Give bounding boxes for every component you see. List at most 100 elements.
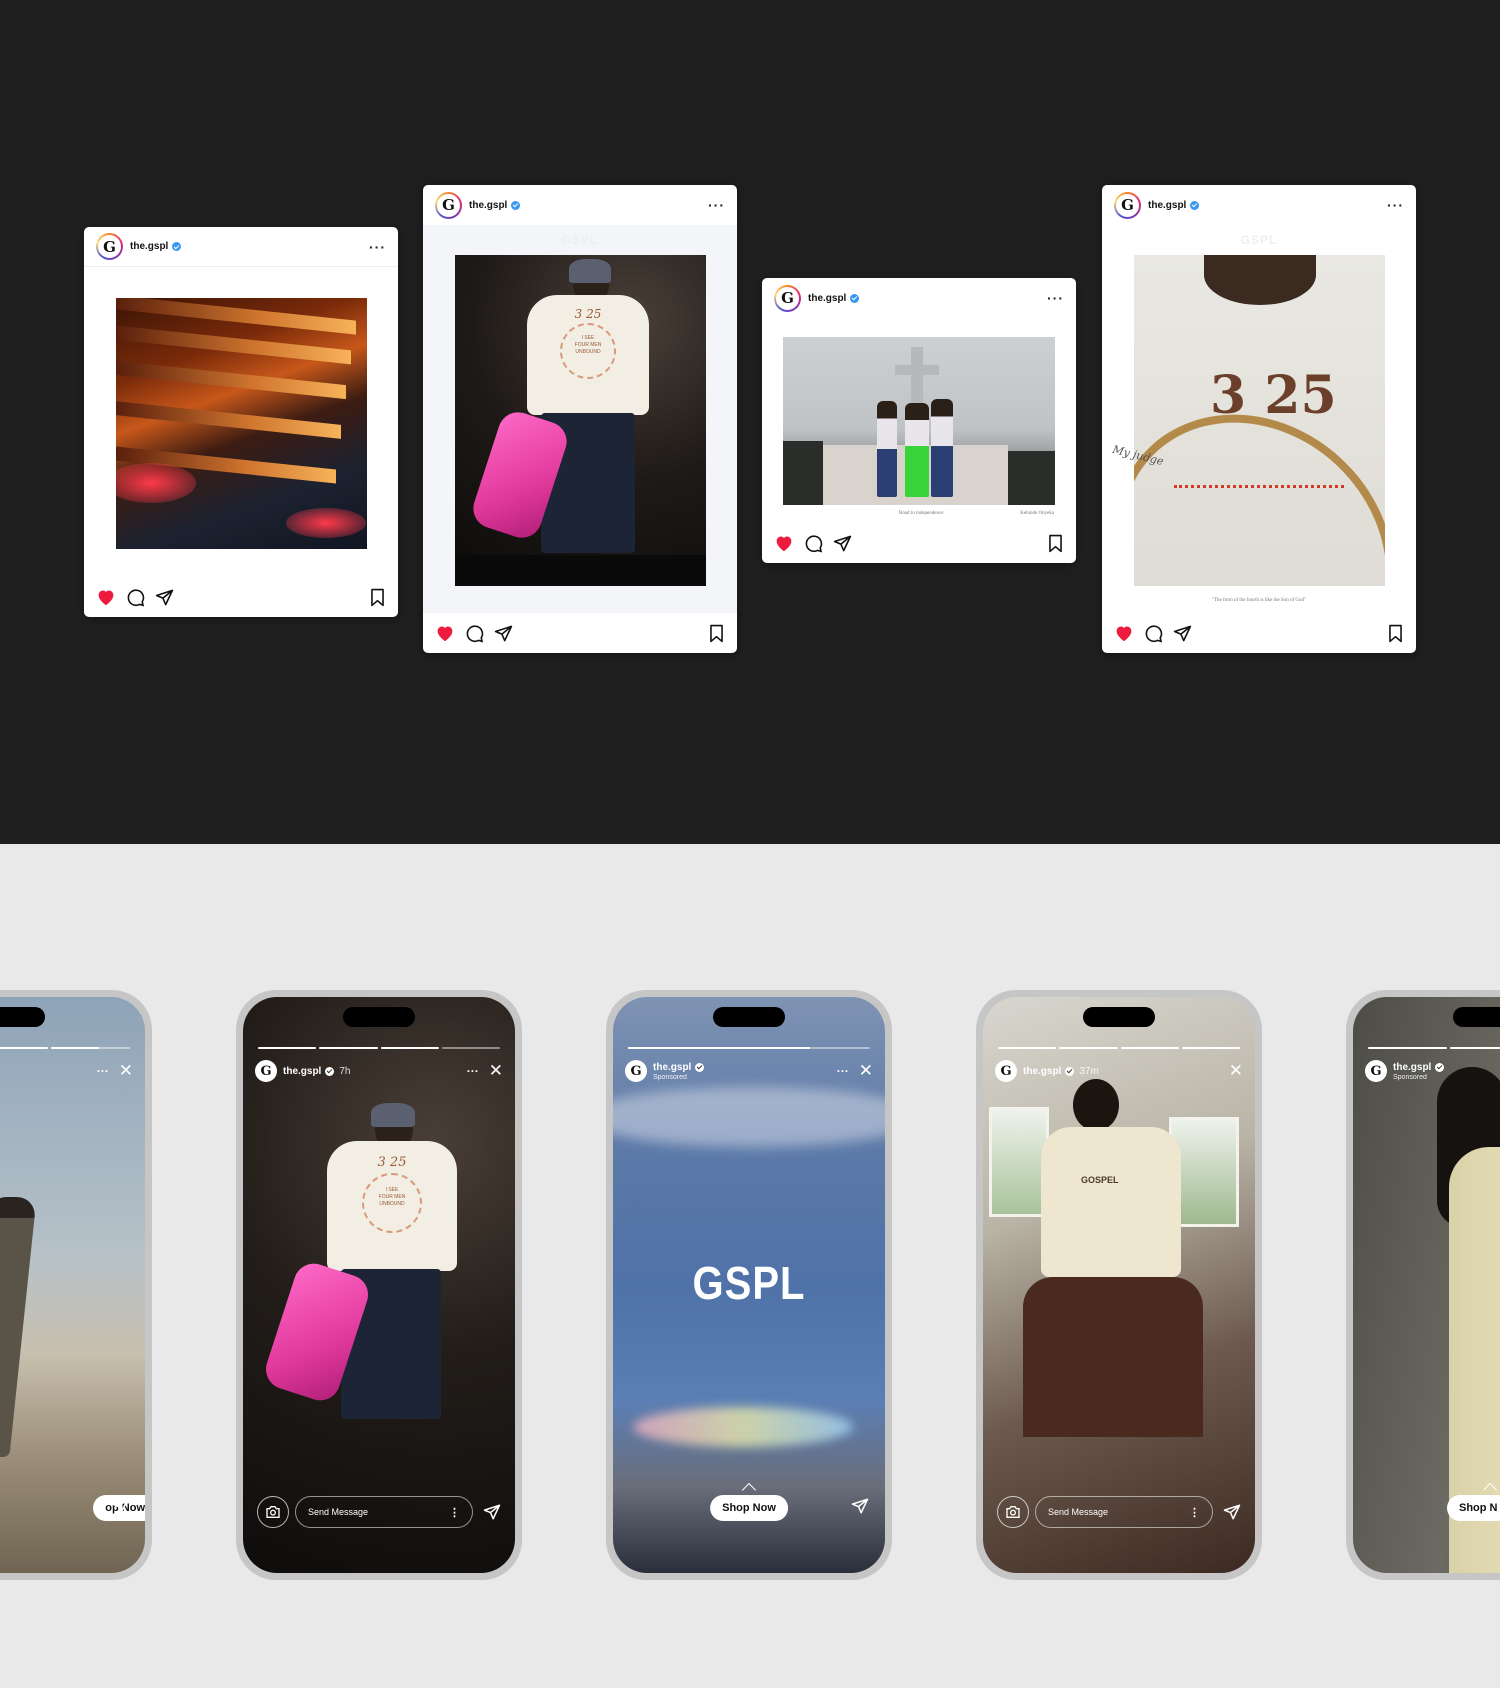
phone-story-woman: G the.gspl Sponsored Shop N	[1346, 990, 1500, 1580]
verified-icon	[1065, 1066, 1075, 1076]
avatar[interactable]: G	[255, 1060, 277, 1082]
avatar[interactable]: G	[995, 1060, 1017, 1082]
avatar[interactable]: G	[1114, 191, 1141, 219]
more-options-icon[interactable]: ···	[837, 1064, 849, 1078]
white-tshirt: 3 25 I SEE FOUR MEN UNBOUND	[327, 1141, 457, 1271]
bookmark-icon[interactable]	[369, 588, 386, 607]
heart-icon[interactable]	[96, 588, 116, 606]
story-meta: the.gspl Sponsored	[653, 1062, 705, 1081]
share-icon[interactable]	[494, 624, 513, 643]
post-handle[interactable]: the.gspl	[130, 241, 168, 252]
story-controls: ··· ✕	[467, 1062, 503, 1079]
progress-segment	[380, 1047, 439, 1049]
post-card-pink-jacket[interactable]: G the.gspl ··· GSPL 3 25 I SEE FOUR MEN …	[423, 185, 737, 653]
story-screen[interactable]: G the.gspl 37m ✕ GOSPEL Send Message ⋮	[983, 997, 1255, 1573]
photo-caption-left: Road to independence	[899, 511, 944, 516]
cap	[371, 1103, 415, 1127]
send-message-input[interactable]: Send Message ⋮	[295, 1496, 473, 1528]
post-header: G the.gspl ···	[762, 278, 1076, 318]
avatar[interactable]: G	[96, 233, 123, 260]
comment-icon[interactable]	[804, 534, 823, 553]
kebab-menu-icon[interactable]: ⋮	[1189, 1506, 1200, 1519]
bookmark-icon[interactable]	[708, 624, 725, 643]
avatar[interactable]: G	[625, 1060, 647, 1082]
more-options-icon[interactable]: ···	[1047, 291, 1064, 305]
shirt-text: GOSPEL	[1081, 1175, 1119, 1185]
story-screen[interactable]: G the.gspl Sponsored ··· ✕ GSPL Shop Now	[613, 997, 885, 1573]
more-options-icon[interactable]: ···	[1387, 198, 1404, 212]
send-icon[interactable]	[111, 1497, 129, 1515]
story-screen[interactable]: ··· ✕ op Now	[0, 997, 145, 1573]
floor	[455, 555, 706, 586]
heart-icon[interactable]	[1114, 624, 1134, 642]
story-screen[interactable]: G the.gspl 7h ··· ✕ 3 25 I SEE FOUR MEN U…	[243, 997, 515, 1573]
comment-icon[interactable]	[126, 588, 145, 607]
share-icon[interactable]	[155, 588, 174, 607]
post-card-schoolgirls[interactable]: G the.gspl ··· Road to independence Kehi…	[762, 278, 1076, 563]
post-handle[interactable]: the.gspl	[808, 293, 846, 304]
more-options-icon[interactable]: ···	[97, 1064, 109, 1078]
avatar[interactable]: G	[774, 284, 801, 312]
comment-icon[interactable]	[1144, 624, 1163, 643]
story-controls: ✕	[1229, 1062, 1243, 1079]
pew	[116, 325, 351, 365]
child-figure	[877, 401, 897, 497]
kebab-menu-icon[interactable]: ⋮	[449, 1506, 460, 1519]
verified-icon	[511, 200, 521, 210]
bookmark-icon[interactable]	[1387, 624, 1404, 643]
send-icon[interactable]	[1223, 1503, 1241, 1521]
post-image-schoolgirls	[783, 337, 1055, 505]
more-options-icon[interactable]: ···	[369, 240, 386, 254]
post-actions	[774, 531, 1064, 555]
comment-icon[interactable]	[465, 624, 484, 643]
avatar[interactable]: G	[1365, 1060, 1387, 1082]
shirt-line: FOUR MEN	[378, 1194, 406, 1200]
story-progress	[1368, 1047, 1500, 1049]
story-handle[interactable]: the.gspl	[653, 1062, 691, 1073]
share-icon[interactable]	[833, 534, 852, 553]
camera-icon[interactable]	[257, 1496, 289, 1528]
shop-now-button[interactable]: Shop N	[1447, 1495, 1500, 1521]
story-header: G the.gspl Sponsored	[1365, 1059, 1500, 1083]
shirt-line: I SEE	[581, 335, 595, 341]
phone-story-loft: G the.gspl 37m ✕ GOSPEL Send Message ⋮	[976, 990, 1262, 1580]
progress-segment	[0, 1047, 49, 1049]
camera-icon[interactable]	[997, 1496, 1029, 1528]
story-handle[interactable]: the.gspl	[1023, 1066, 1061, 1077]
avatar[interactable]: G	[435, 191, 462, 219]
bookmark-icon[interactable]	[1047, 534, 1064, 553]
post-card-pews[interactable]: G the.gspl ···	[84, 227, 398, 617]
post-header: G the.gspl ···	[423, 185, 737, 225]
child-figure	[905, 403, 929, 497]
close-icon[interactable]: ✕	[489, 1062, 503, 1079]
more-options-icon[interactable]: ···	[467, 1064, 479, 1078]
close-icon[interactable]: ✕	[1229, 1062, 1243, 1079]
send-icon[interactable]	[483, 1503, 501, 1521]
post-image-man-back: 3 25 I SEE FOUR MEN UNBOUND	[455, 255, 706, 586]
iridescent-cloud	[633, 1407, 853, 1447]
brown-pants	[1023, 1277, 1203, 1437]
heart-icon[interactable]	[435, 624, 455, 642]
story-handle[interactable]: the.gspl	[1393, 1062, 1431, 1073]
shop-now-button[interactable]: Shop Now	[710, 1495, 788, 1521]
story-screen[interactable]: G the.gspl Sponsored Shop N	[1353, 997, 1500, 1573]
close-icon[interactable]: ✕	[859, 1062, 873, 1079]
pew	[116, 401, 341, 439]
post-card-tee-closeup[interactable]: G the.gspl ··· GSPL 3 25 My judge "The f…	[1102, 185, 1416, 653]
heart-icon[interactable]	[774, 534, 794, 552]
send-message-input[interactable]: Send Message ⋮	[1035, 1496, 1213, 1528]
post-handle[interactable]: the.gspl	[469, 200, 507, 211]
more-options-icon[interactable]: ···	[708, 198, 725, 212]
close-icon[interactable]: ✕	[119, 1062, 133, 1079]
feed-posts-section: G the.gspl ··· G the.gspl ··· GSPL 3 25 …	[0, 0, 1500, 844]
share-icon[interactable]	[1173, 624, 1192, 643]
post-handle[interactable]: the.gspl	[1148, 200, 1186, 211]
notch	[713, 1007, 785, 1027]
send-icon[interactable]	[851, 1497, 869, 1515]
story-header: G the.gspl Sponsored ··· ✕	[625, 1059, 873, 1083]
neck	[1204, 255, 1316, 305]
story-footer: Send Message ⋮	[257, 1495, 501, 1529]
photo-caption: "The form of the fourth is like the Son …	[1211, 598, 1307, 603]
light-reflection	[286, 508, 366, 538]
story-handle[interactable]: the.gspl	[283, 1066, 321, 1077]
